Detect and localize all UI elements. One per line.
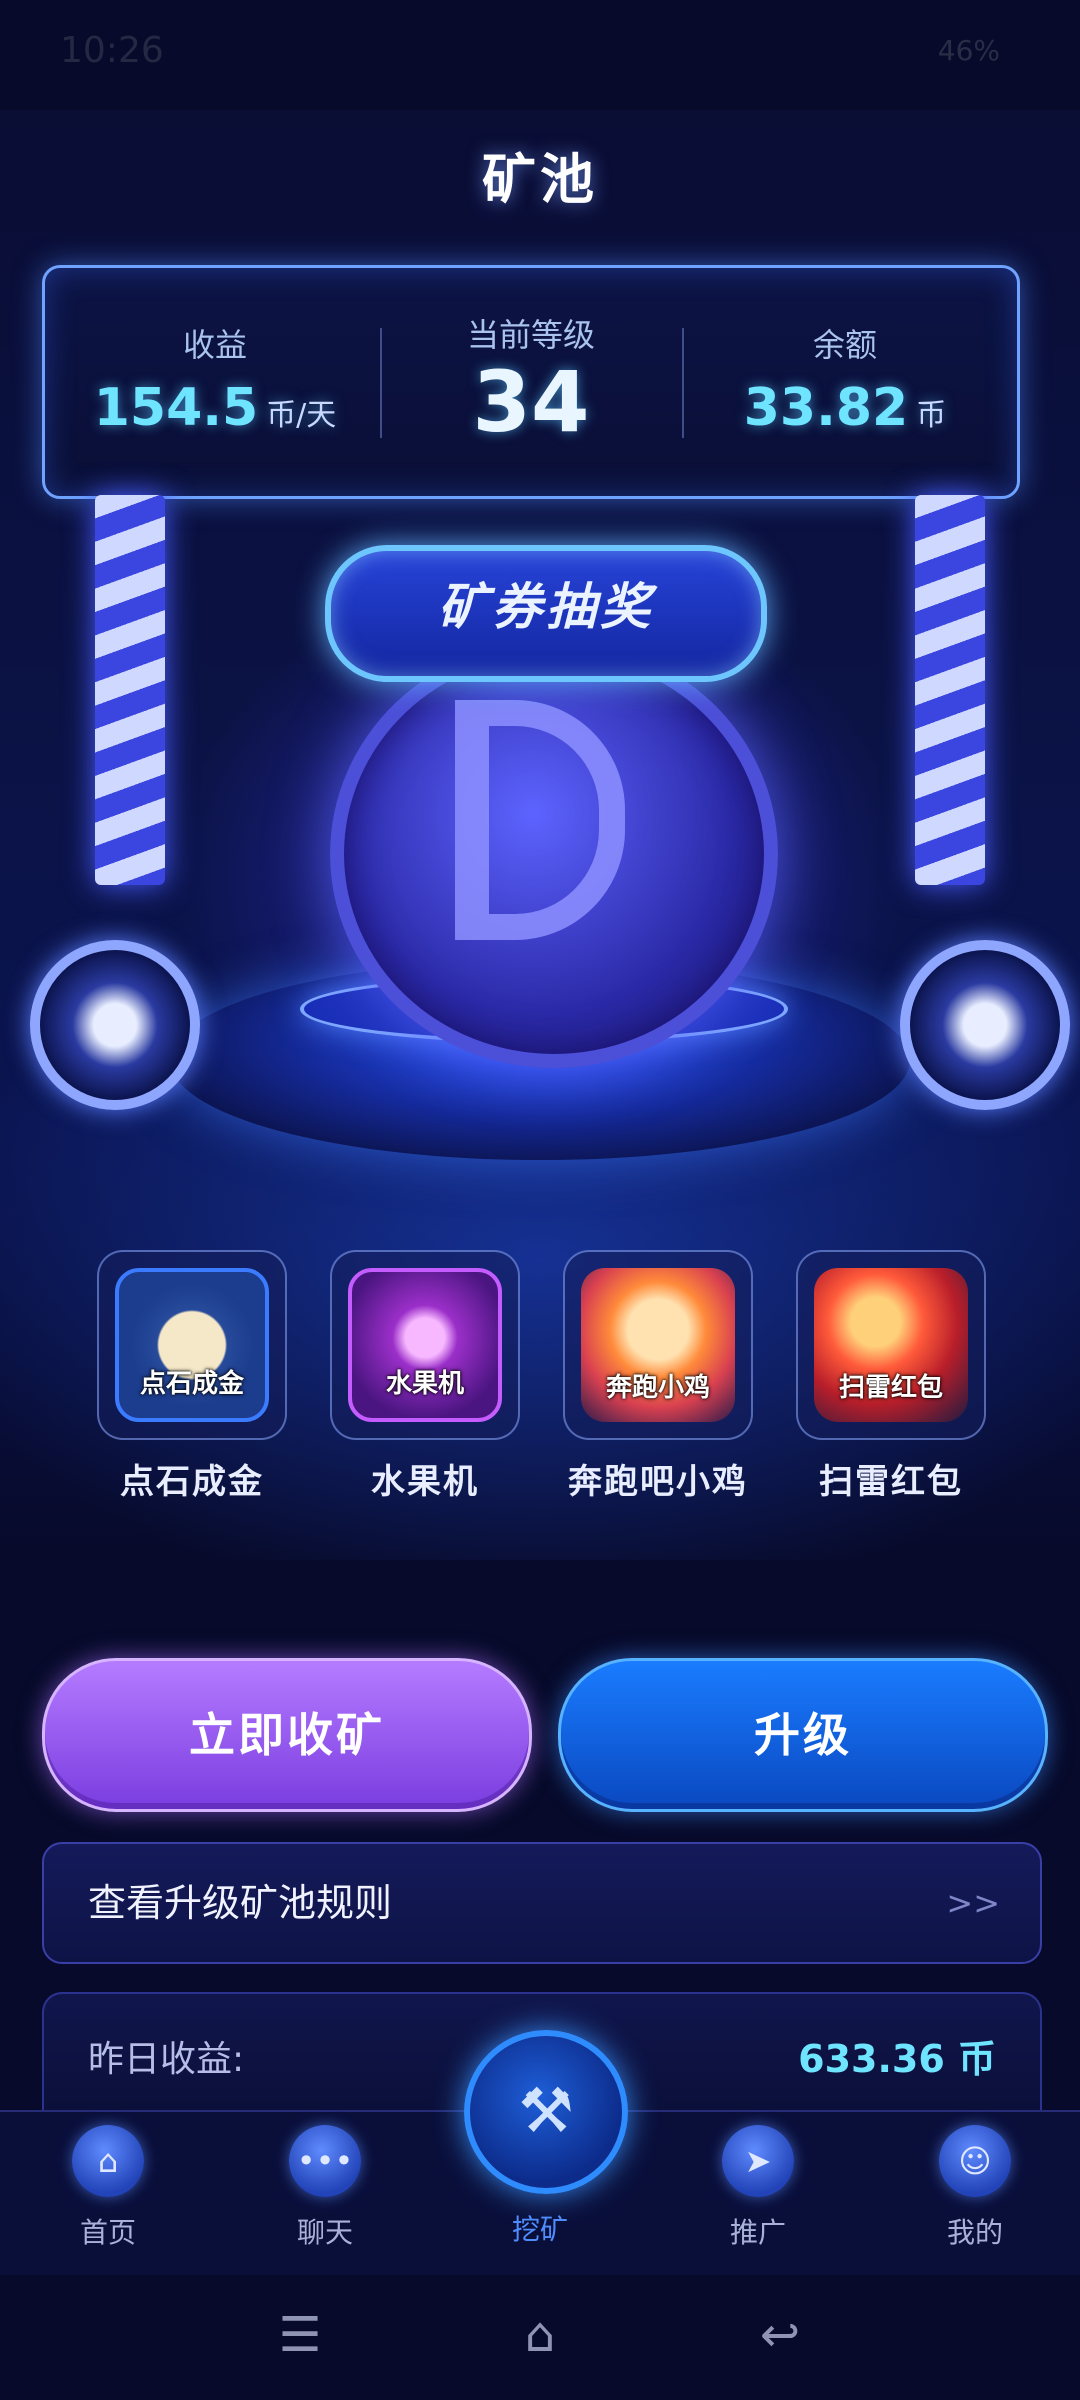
divider <box>682 328 684 438</box>
game-label: 点石成金 <box>120 1462 264 1502</box>
status-bar: 10:26 46% <box>0 0 1080 110</box>
game-item-fruit[interactable]: 水果机 水果机 <box>325 1250 525 1503</box>
home-icon: ⌂ <box>72 2125 144 2197</box>
balance-value-row: 33.82 币 <box>695 378 995 438</box>
nav-label: 聊天 <box>296 2216 353 2249</box>
balance-value: 33.82 <box>743 378 909 438</box>
level-stat: 当前等级 34 <box>381 268 681 496</box>
game-icon-text: 水果机 <box>385 1369 464 1399</box>
game-frame: 奔跑小鸡 <box>563 1250 753 1440</box>
game-frame: 点石成金 <box>97 1250 287 1440</box>
gold-stone-icon: 点石成金 <box>115 1268 269 1422</box>
upgrade-button[interactable]: 升级 <box>558 1658 1048 1812</box>
chat-icon: ••• <box>289 2125 361 2197</box>
balance-label: 余额 <box>812 326 877 364</box>
game-item-chick[interactable]: 奔跑小鸡 奔跑吧小鸡 <box>558 1250 758 1503</box>
yesterday-income-label: 昨日收益: <box>88 2039 245 2080</box>
right-pillar <box>915 495 985 885</box>
profile-icon: ☺ <box>939 2125 1011 2197</box>
right-speaker <box>900 940 1070 1110</box>
game-icon-text: 扫雷红包 <box>838 1373 943 1403</box>
nav-item-chat[interactable]: ••• 聊天 <box>245 2125 405 2251</box>
paper-plane-icon: ➤ <box>722 2125 794 2197</box>
page-title: 矿池 <box>482 148 598 211</box>
nav-item-home[interactable]: ⌂ 首页 <box>28 2125 188 2251</box>
stats-panel: 收益 154.5 币/天 当前等级 34 余额 33.82 币 <box>42 265 1020 499</box>
nav-label: 我的 <box>946 2216 1003 2249</box>
balance-stat: 余额 33.82 币 <box>695 268 995 496</box>
game-label: 奔跑吧小鸡 <box>568 1462 748 1502</box>
rules-text: 查看升级矿池规则 <box>88 1881 393 1925</box>
nav-label: 推广 <box>729 2216 786 2249</box>
menu-icon[interactable]: ☰ <box>260 2300 340 2370</box>
hammer-icon[interactable]: ⚒ <box>464 2030 628 2194</box>
income-value-row: 154.5 币/天 <box>65 378 365 438</box>
nav-item-profile[interactable]: ☺ 我的 <box>895 2125 1055 2251</box>
left-pillar <box>95 495 165 885</box>
status-time: 10:26 <box>60 30 164 71</box>
battery-level: 46% <box>937 34 1000 67</box>
running-chick-icon: 奔跑小鸡 <box>581 1268 735 1422</box>
home-system-icon[interactable]: ⌂ <box>500 2300 580 2370</box>
back-icon[interactable]: ↩ <box>740 2300 820 2370</box>
chevron-right-icon: >> <box>946 1884 1000 1922</box>
yesterday-income-value: 633.36 币 <box>798 2037 996 2081</box>
upgrade-rules-link[interactable]: 查看升级矿池规则 >> <box>42 1842 1042 1964</box>
collect-button[interactable]: 立即收矿 <box>42 1658 532 1812</box>
fruit-machine-icon: 水果机 <box>348 1268 502 1422</box>
game-frame: 扫雷红包 <box>796 1250 986 1440</box>
nav-label: 首页 <box>79 2216 136 2249</box>
game-item-gold[interactable]: 点石成金 点石成金 <box>92 1250 292 1503</box>
lottery-button[interactable]: 矿券抽奖 <box>325 545 767 682</box>
income-label: 收益 <box>182 326 247 364</box>
level-value: 34 <box>472 353 590 451</box>
game-label: 扫雷红包 <box>819 1462 963 1502</box>
game-frame: 水果机 <box>330 1250 520 1440</box>
red-packet-icon: 扫雷红包 <box>814 1268 968 1422</box>
game-icon-text: 点石成金 <box>139 1369 244 1399</box>
nav-label-mining[interactable]: 挖矿 <box>464 2208 616 2248</box>
income-unit: 币/天 <box>266 398 337 433</box>
level-label: 当前等级 <box>466 316 595 354</box>
left-speaker <box>30 940 200 1110</box>
nav-item-promote[interactable]: ➤ 推广 <box>678 2125 838 2251</box>
game-icon-text: 奔跑小鸡 <box>605 1373 710 1403</box>
game-item-redpacket[interactable]: 扫雷红包 扫雷红包 <box>791 1250 991 1503</box>
balance-unit: 币 <box>916 398 947 433</box>
income-stat: 收益 154.5 币/天 <box>65 268 365 496</box>
game-label: 水果机 <box>371 1462 479 1502</box>
income-value: 154.5 <box>93 378 259 438</box>
